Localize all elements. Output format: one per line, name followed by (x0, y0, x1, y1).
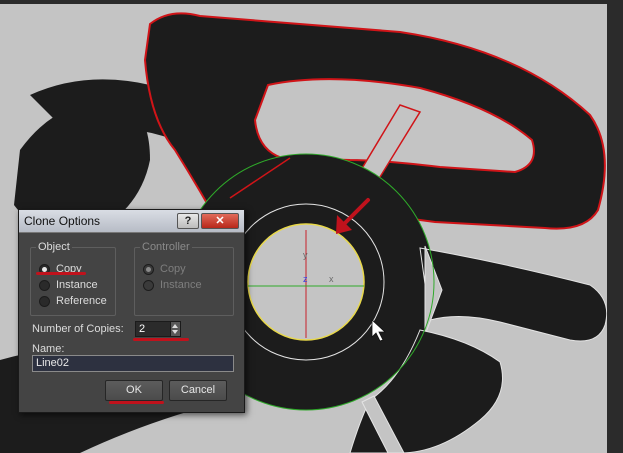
radio-label: Instance (160, 279, 202, 291)
cancel-button[interactable]: Cancel (169, 380, 227, 401)
viewport-right-border (607, 0, 623, 453)
controller-copy-radio[interactable]: Copy (143, 262, 186, 276)
right-arm-shape (419, 247, 608, 342)
ok-button[interactable]: OK (105, 380, 163, 401)
clone-options-dialog: Clone Options ? ✕ Object Copy Instance R… (18, 209, 245, 413)
annotation-underline-ok (109, 401, 164, 404)
object-group: Object Copy Instance Reference (30, 241, 116, 316)
dialog-titlebar[interactable]: Clone Options ? ✕ (19, 210, 244, 233)
name-input[interactable]: Line02 (32, 355, 234, 372)
name-label: Name: (32, 343, 65, 355)
object-reference-radio[interactable]: Reference (39, 294, 107, 308)
y-axis-label: y (303, 250, 308, 260)
radio-label: Instance (56, 279, 98, 291)
radio-unchecked-icon (39, 295, 50, 307)
copies-value[interactable]: 2 (139, 322, 145, 336)
spinner-arrows[interactable] (170, 322, 180, 336)
copies-label: Number of Copies: (32, 323, 124, 335)
spinner-up-icon[interactable] (172, 324, 178, 328)
object-instance-radio[interactable]: Instance (39, 278, 98, 292)
x-axis-label: x (329, 274, 334, 284)
z-axis-label: z (303, 274, 308, 284)
help-button[interactable]: ? (177, 213, 199, 229)
dialog-title: Clone Options (24, 214, 101, 228)
radio-unchecked-icon (143, 279, 154, 291)
annotation-underline-copies (133, 338, 189, 341)
radio-label: Reference (56, 295, 107, 307)
radio-unchecked-icon (39, 279, 50, 291)
spinner-down-icon[interactable] (172, 330, 178, 334)
annotation-underline-copy (36, 272, 86, 275)
viewport-top-border (0, 0, 623, 4)
radio-checked-icon (143, 263, 154, 275)
object-group-title: Object (36, 241, 72, 253)
close-icon[interactable]: ✕ (201, 213, 239, 229)
copies-spinner[interactable]: 2 (135, 321, 181, 337)
controller-group: Controller Copy Instance (134, 241, 234, 316)
controller-instance-radio[interactable]: Instance (143, 278, 202, 292)
radio-label: Copy (160, 263, 186, 275)
controller-group-title: Controller (140, 241, 192, 253)
